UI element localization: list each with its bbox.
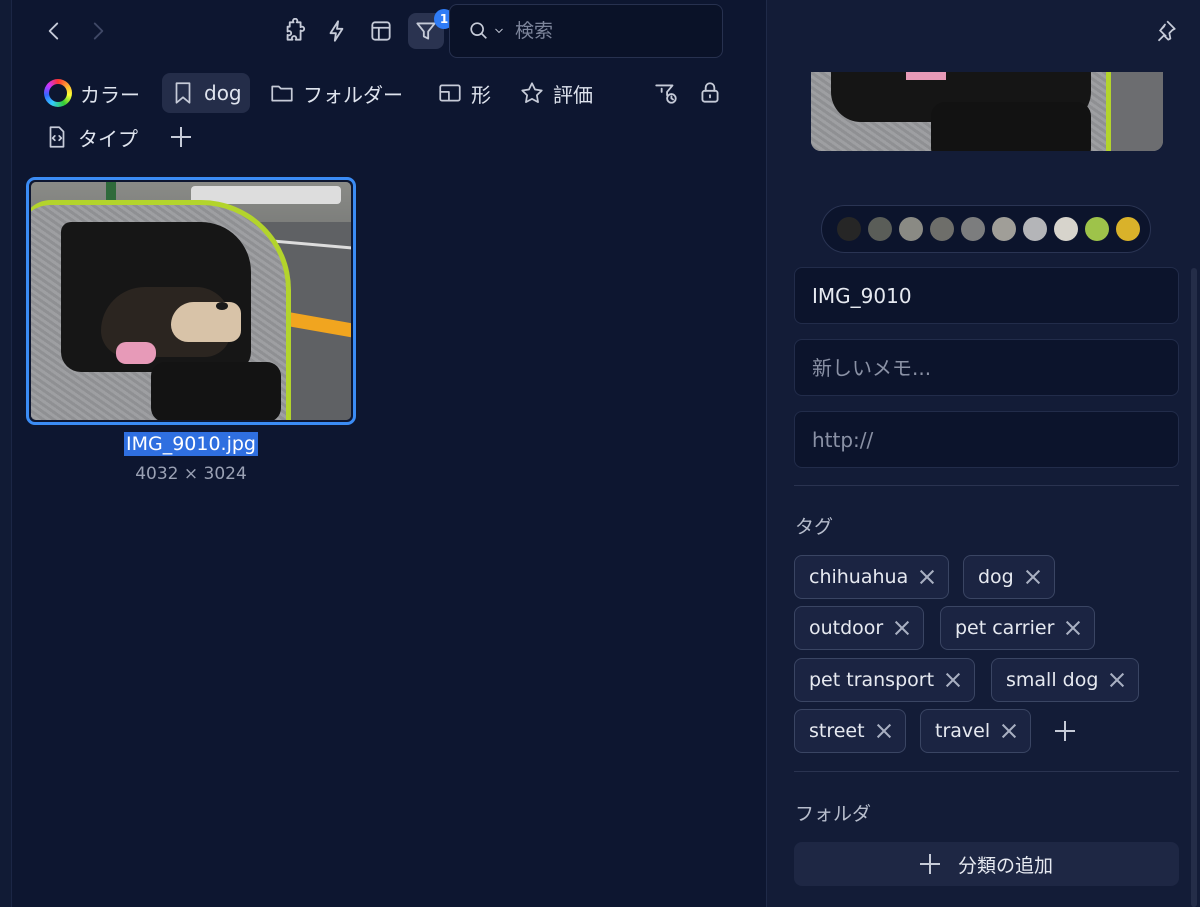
tag-label: dog (978, 566, 1014, 588)
left-sidebar-edge (0, 0, 12, 907)
add-category-button[interactable]: 分類の追加 (794, 842, 1179, 886)
color-swatch-3[interactable] (930, 217, 954, 241)
color-swatch-5[interactable] (992, 217, 1016, 241)
tag-pet-carrier[interactable]: pet carrier (940, 606, 1096, 650)
color-swatch-2[interactable] (899, 217, 923, 241)
tag-label: travel (935, 720, 991, 742)
tag-street[interactable]: street (794, 709, 906, 753)
tag-label: small dog (1006, 669, 1099, 691)
back-button[interactable] (36, 13, 72, 49)
tag-filter-label: dog (204, 81, 242, 105)
folder-section-title: フォルダ (795, 803, 872, 825)
image-filename[interactable]: IMG_9010.jpg (123, 432, 258, 456)
color-swatch-0[interactable] (837, 217, 861, 241)
search-icon (470, 22, 487, 39)
plus-icon (919, 854, 940, 874)
image-dimensions: 4032 × 3024 (135, 464, 247, 484)
inspector-scrollbar[interactable] (1191, 268, 1197, 907)
search-input[interactable] (515, 20, 695, 42)
color-filter[interactable]: カラー (36, 73, 148, 113)
divider (794, 771, 1179, 772)
close-icon[interactable] (895, 621, 909, 635)
add-category-label: 分類の追加 (957, 854, 1053, 877)
image-caption: IMG_9010.jpg 4032 × 3024 (26, 432, 356, 484)
plugins-button[interactable] (275, 13, 311, 49)
type-filter[interactable]: タイプ (36, 117, 146, 157)
pin-icon (1157, 20, 1176, 42)
pin-button[interactable] (1152, 18, 1180, 46)
close-icon[interactable] (946, 673, 960, 687)
bookmark-icon (175, 82, 191, 104)
rating-filter[interactable]: 評価 (511, 73, 601, 113)
color-swatch-9[interactable] (1116, 217, 1140, 241)
plus-icon (1055, 721, 1075, 741)
image-preview (811, 72, 1163, 151)
chevron-down-icon (495, 28, 503, 34)
layout-icon (371, 21, 391, 41)
close-icon[interactable] (920, 570, 934, 584)
close-icon[interactable] (877, 724, 891, 738)
photo-dog-in-carrier (31, 182, 351, 420)
lock-filter-button[interactable] (692, 73, 728, 113)
search-box[interactable] (449, 4, 723, 58)
tag-dog[interactable]: dog (963, 555, 1055, 599)
forward-button[interactable] (80, 13, 116, 49)
actions-button[interactable] (319, 13, 355, 49)
color-palette (821, 205, 1151, 253)
tag-label: chihuahua (809, 566, 909, 588)
type-filter-label: タイプ (78, 126, 138, 151)
tag-small-dog[interactable]: small dog (991, 658, 1140, 702)
name-field[interactable] (794, 267, 1179, 324)
tags-section-title: タグ (795, 516, 834, 538)
memo-field[interactable] (794, 339, 1179, 396)
close-icon[interactable] (1110, 673, 1124, 687)
memo-input[interactable] (812, 355, 1161, 380)
tag-pet-transport[interactable]: pet transport (794, 658, 976, 702)
rating-filter-label: 評価 (553, 82, 593, 107)
color-swatch-1[interactable] (868, 217, 892, 241)
add-tag-button[interactable] (1047, 711, 1083, 751)
lightning-icon (329, 20, 344, 42)
tag-label: pet transport (809, 669, 935, 691)
close-icon[interactable] (1066, 621, 1080, 635)
folder-filter[interactable]: フォルダー (261, 73, 411, 113)
tag-filter[interactable]: dog (162, 73, 250, 113)
tag-outdoor[interactable]: outdoor (794, 606, 925, 650)
url-field[interactable] (794, 411, 1179, 468)
tag-label: pet carrier (955, 617, 1055, 639)
folder-filter-label: フォルダー (303, 82, 403, 107)
filter-button[interactable]: 1 (408, 9, 454, 49)
puzzle-icon (286, 18, 306, 41)
tag-travel[interactable]: travel (920, 709, 1032, 753)
color-filter-label: カラー (80, 82, 140, 107)
url-input[interactable] (812, 427, 1161, 452)
color-swatch-7[interactable] (1054, 217, 1078, 241)
shape-icon (439, 84, 461, 102)
shape-filter[interactable]: 形 (429, 73, 499, 113)
image-card[interactable] (26, 177, 356, 425)
layout-button[interactable] (363, 13, 399, 49)
filter-clock-icon (655, 84, 677, 104)
tag-chihuahua[interactable]: chihuahua (794, 555, 950, 599)
chevron-right-icon (93, 22, 104, 40)
shape-filter-label: 形 (471, 82, 491, 107)
color-swatch-4[interactable] (961, 217, 985, 241)
close-icon[interactable] (1002, 724, 1016, 738)
file-code-icon (49, 126, 65, 148)
filter-history-button[interactable] (648, 73, 684, 113)
color-swatch-8[interactable] (1085, 217, 1109, 241)
folder-icon (271, 85, 293, 102)
star-icon (521, 82, 543, 103)
plus-icon (171, 127, 191, 147)
chevron-left-icon (48, 22, 59, 40)
add-filter-button[interactable] (163, 117, 199, 157)
tag-label: outdoor (809, 617, 884, 639)
color-swatch-6[interactable] (1023, 217, 1047, 241)
divider (794, 485, 1179, 486)
lock-icon (701, 82, 719, 103)
name-input[interactable] (812, 283, 1161, 308)
color-wheel-icon (44, 79, 72, 107)
tag-label: street (809, 720, 865, 742)
close-icon[interactable] (1026, 570, 1040, 584)
